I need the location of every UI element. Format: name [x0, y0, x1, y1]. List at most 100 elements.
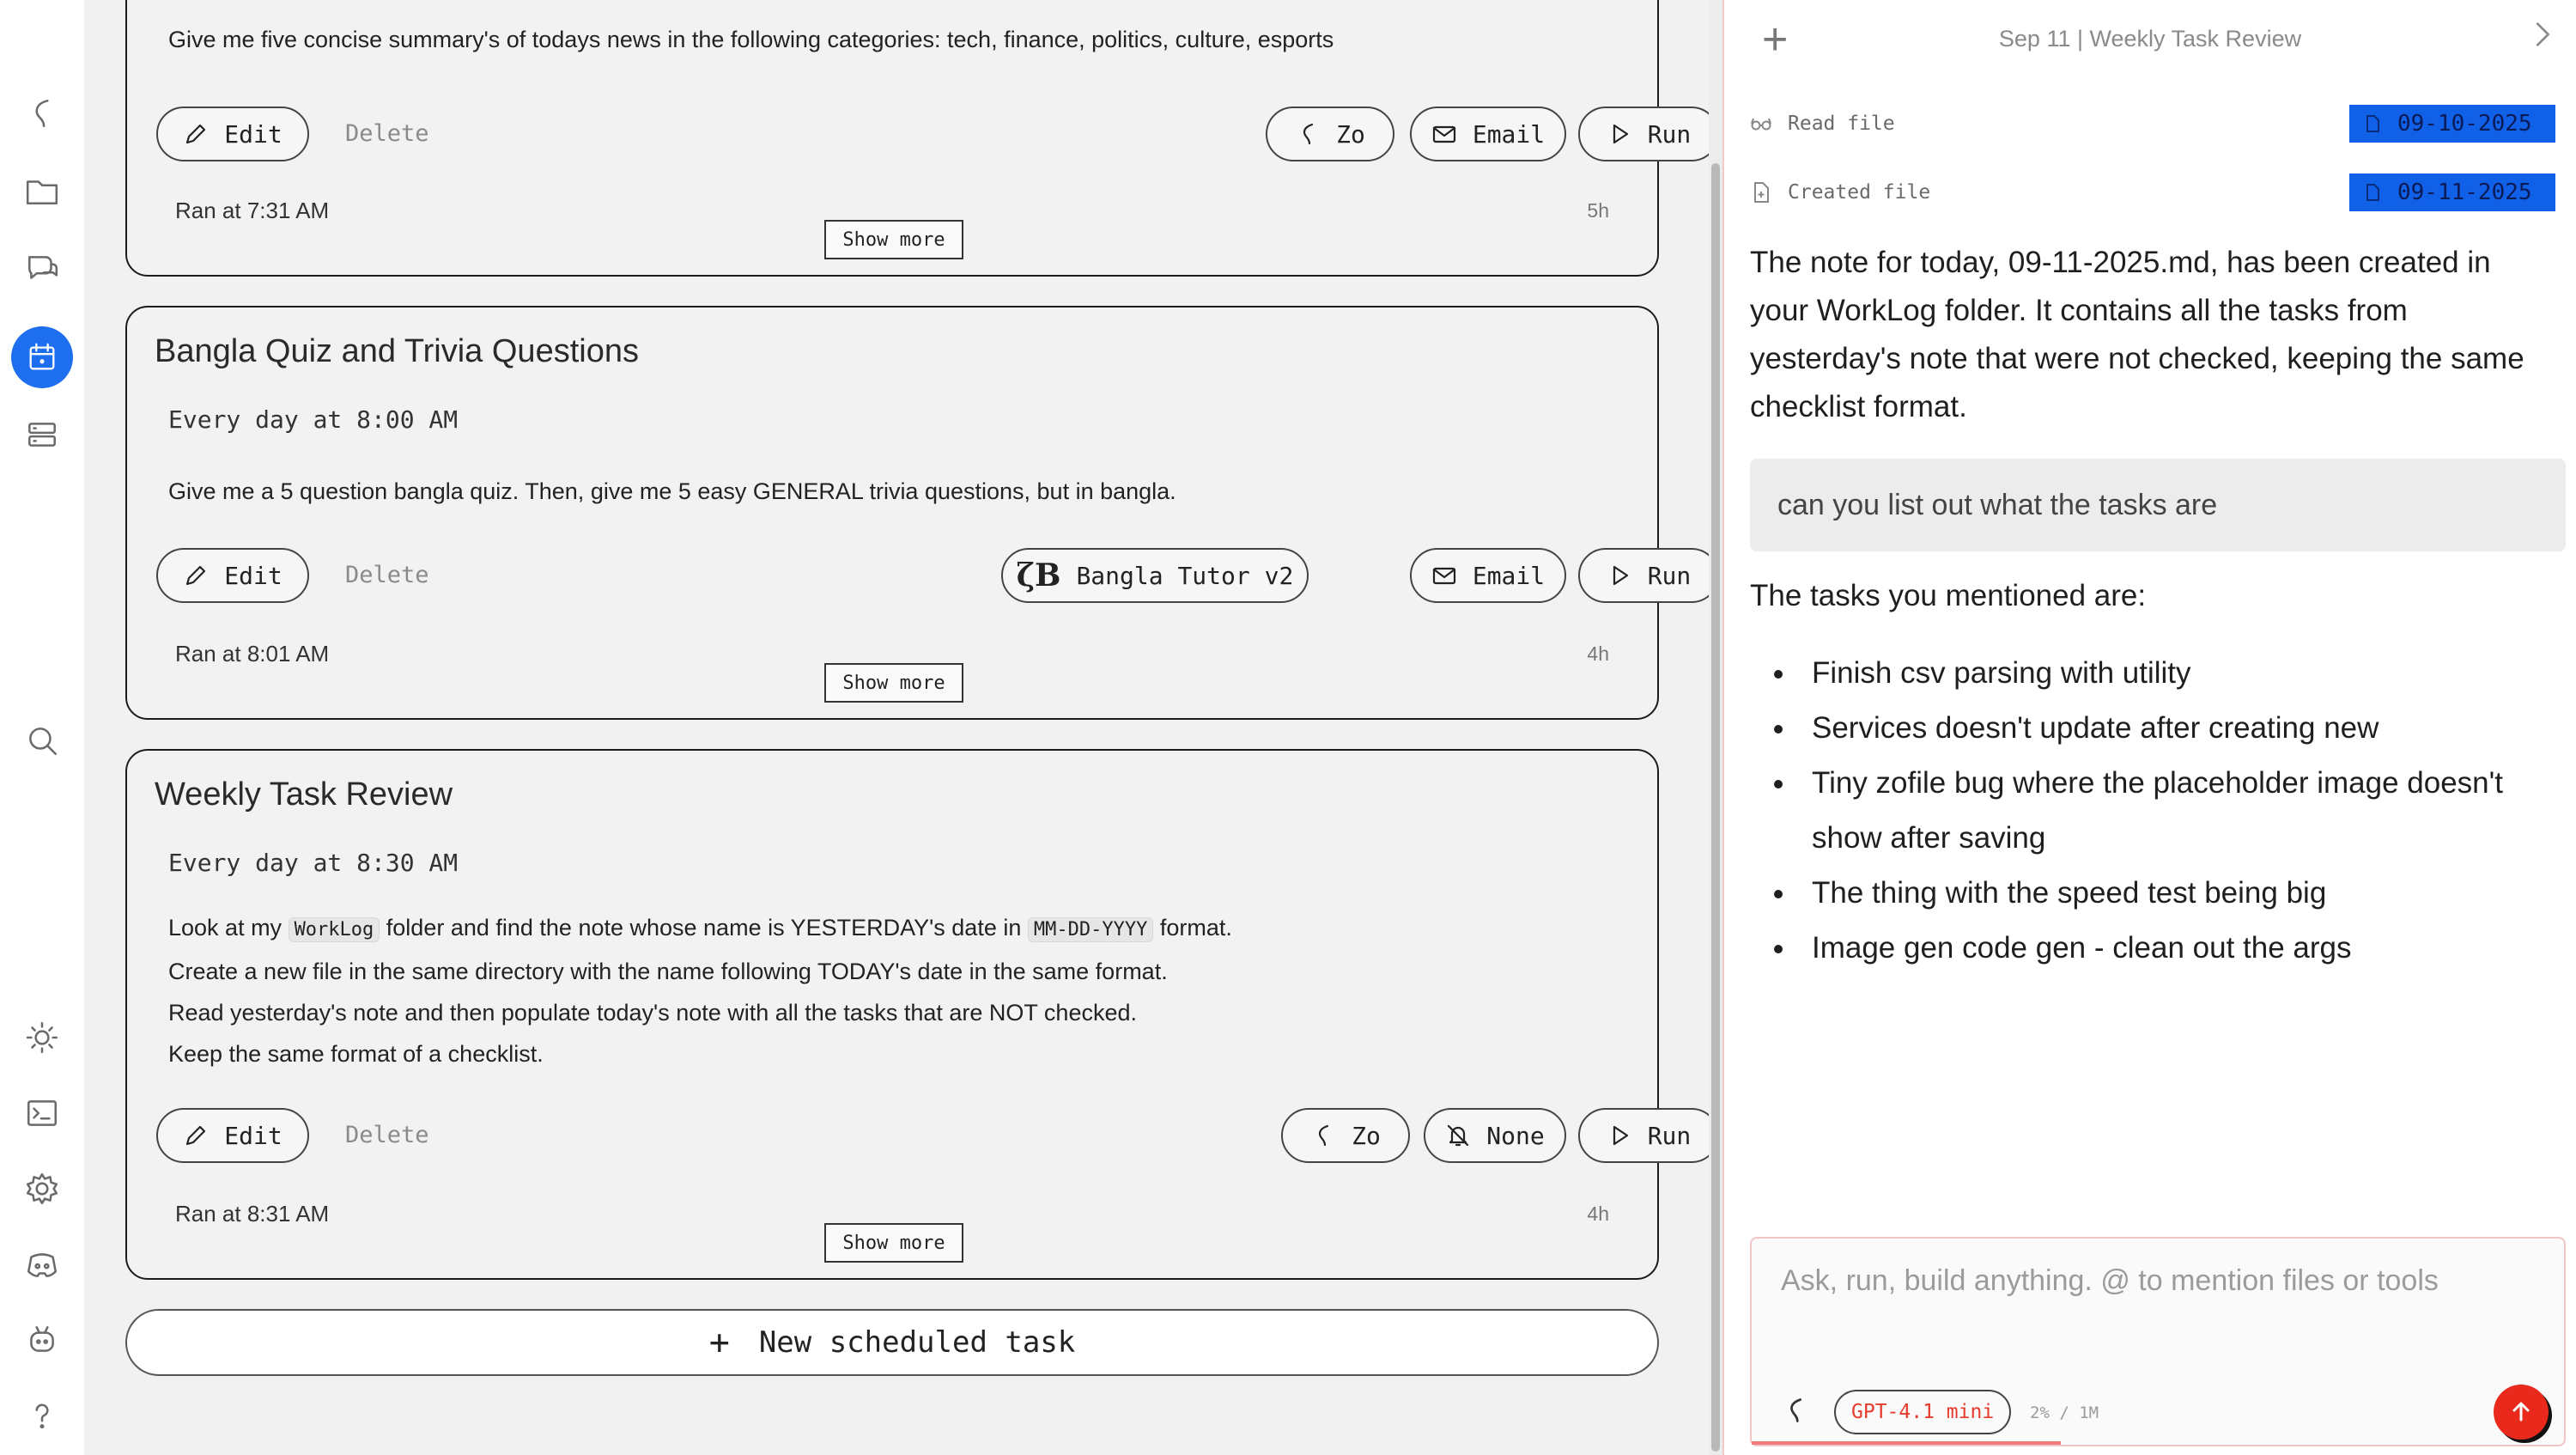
zo-logo-icon[interactable] — [0, 79, 84, 148]
context-usage: 2% / 1M — [2030, 1403, 2099, 1422]
send-button[interactable] — [2494, 1385, 2549, 1440]
search-icon[interactable] — [0, 706, 84, 775]
persona-button[interactable]: Zo — [1266, 107, 1394, 161]
composer[interactable]: Ask, run, build anything. @ to mention f… — [1750, 1237, 2566, 1446]
edit-label: Edit — [224, 1121, 283, 1150]
tool-call-label: Read file — [1788, 113, 1895, 135]
persona-button[interactable]: Zo — [1281, 1108, 1410, 1163]
delete-button[interactable]: Delete — [345, 120, 429, 147]
scrollbar-thumb[interactable] — [1711, 163, 1720, 1452]
model-selector[interactable]: GPT-4.1 mini — [1834, 1390, 2012, 1434]
prompt-line: Keep the same format of a checklist. — [168, 1041, 544, 1067]
delivery-button[interactable]: None — [1424, 1108, 1566, 1163]
play-icon — [1613, 1125, 1628, 1146]
prompt-text: format. — [1153, 915, 1232, 941]
delete-button[interactable]: Delete — [345, 562, 429, 588]
show-more-button[interactable]: Show more — [824, 220, 963, 259]
user-message: can you list out what the tasks are — [1750, 459, 2566, 551]
sun-icon[interactable] — [0, 1003, 84, 1072]
folder-icon[interactable] — [0, 156, 84, 225]
show-more-button[interactable]: Show more — [824, 1223, 963, 1263]
calendar-icon[interactable] — [0, 323, 84, 392]
inline-code: MM-DD-YYYY — [1027, 917, 1154, 942]
run-button[interactable]: Run — [1578, 1108, 1719, 1163]
tool-call-created-file[interactable]: Created file — [1750, 174, 1930, 211]
bot-icon[interactable] — [0, 1306, 84, 1374]
prompt-line: Look at my WorkLog folder and find the n… — [168, 907, 1623, 951]
play-icon — [1613, 124, 1628, 144]
assistant-message: The note for today, 09-11-2025.md, has b… — [1750, 246, 2524, 423]
pencil-icon — [186, 124, 206, 144]
edit-button[interactable]: Edit — [156, 1108, 309, 1163]
last-run-time: Ran at 8:01 AM — [175, 641, 330, 667]
arrow-up-icon — [2512, 1402, 2530, 1422]
delivery-label: None — [1486, 1121, 1545, 1150]
pencil-icon — [186, 1125, 206, 1146]
zo-logo-icon[interactable] — [1781, 1393, 1815, 1431]
last-run-age: 4h — [1587, 642, 1609, 665]
delivery-label: Email — [1472, 561, 1546, 590]
scheduled-tasks-panel: Give me five concise summary's of todays… — [84, 0, 1719, 1455]
file-icon — [2366, 115, 2379, 132]
chat-icon[interactable] — [0, 234, 84, 302]
run-label: Run — [1647, 561, 1692, 590]
show-more-button[interactable]: Show more — [824, 663, 963, 703]
last-run-time: Ran at 7:31 AM — [175, 198, 330, 223]
persona-label: Bangla Tutor v2 — [1076, 561, 1294, 590]
last-run-age: 5h — [1587, 199, 1609, 222]
prompt-line: Create a new file in the same directory … — [168, 959, 1168, 984]
persona-label: Zo — [1336, 119, 1365, 149]
terminal-icon[interactable] — [0, 1079, 84, 1148]
task-prompt: Give me five concise summary's of todays… — [168, 27, 1334, 52]
storage-icon[interactable] — [0, 400, 84, 469]
file-chip[interactable]: 09-11-2025 — [2349, 174, 2555, 211]
delivery-button[interactable]: Email — [1410, 107, 1566, 161]
task-card: Bangla Quiz and Trivia Questions Every d… — [125, 306, 1719, 720]
persona-button[interactable]: ζB Bangla Tutor v2 — [1001, 548, 1309, 603]
file-chip-label: 09-10-2025 — [2397, 111, 2532, 137]
file-chip[interactable]: 09-10-2025 — [2349, 105, 2555, 143]
glasses-icon — [1751, 118, 1771, 131]
run-button[interactable]: Run — [1578, 107, 1719, 161]
delete-button[interactable]: Delete — [345, 1122, 429, 1148]
assistant-reply-intro: The tasks you mentioned are: — [1750, 579, 2147, 612]
last-run-age: 4h — [1587, 1202, 1609, 1225]
tool-call-label: Created file — [1788, 181, 1931, 204]
composer-progress — [1752, 1441, 2061, 1445]
delivery-label: Email — [1472, 119, 1546, 149]
task-title: Weekly Task Review — [155, 776, 453, 813]
chat-panel: + Sep 11 | Weekly Task Review Read file … — [1724, 0, 2576, 1455]
last-run-time: Ran at 8:31 AM — [175, 1201, 330, 1227]
task-title: Bangla Quiz and Trivia Questions — [155, 333, 639, 369]
calendar-active-bubble — [11, 326, 73, 388]
prompt-text: folder and find the note whose name is Y… — [380, 915, 1028, 941]
run-button[interactable]: Run — [1578, 548, 1719, 603]
new-scheduled-task-button[interactable]: + New scheduled task — [125, 1309, 1659, 1376]
help-icon[interactable] — [0, 1381, 84, 1450]
task-prompt: Look at my WorkLog folder and find the n… — [168, 907, 1623, 1075]
composer-input[interactable]: Ask, run, build anything. @ to mention f… — [1781, 1264, 2439, 1298]
chat-title: Sep 11 | Weekly Task Review — [1998, 26, 2302, 52]
chevron-right-icon[interactable] — [2533, 19, 2564, 53]
prompt-text: Look at my — [168, 915, 289, 941]
plus-icon: + — [708, 1323, 730, 1362]
icon-sidebar — [0, 0, 84, 1455]
edit-button[interactable]: Edit — [156, 107, 309, 161]
zo-logo-icon — [1319, 1124, 1329, 1147]
edit-label: Edit — [224, 561, 283, 590]
tool-call-read-file[interactable]: Read file — [1750, 105, 1895, 143]
inline-code: WorkLog — [288, 917, 380, 942]
settings-icon[interactable] — [0, 1154, 84, 1223]
delivery-button[interactable]: Email — [1410, 548, 1566, 603]
persona-label: Zo — [1352, 1121, 1381, 1150]
task-card: Give me five concise summary's of todays… — [125, 0, 1719, 277]
zo-logo-icon — [1303, 123, 1314, 145]
chat-header: + Sep 11 | Weekly Task Review — [1724, 0, 2576, 81]
list-item: Image gen code gen - clean out the args — [1750, 921, 2566, 976]
run-label: Run — [1647, 119, 1692, 149]
bell-off-icon — [1448, 1124, 1469, 1147]
discord-icon[interactable] — [0, 1230, 84, 1299]
file-plus-icon — [1754, 182, 1769, 203]
edit-button[interactable]: Edit — [156, 548, 309, 603]
task-schedule: Every day at 8:00 AM — [168, 405, 459, 434]
